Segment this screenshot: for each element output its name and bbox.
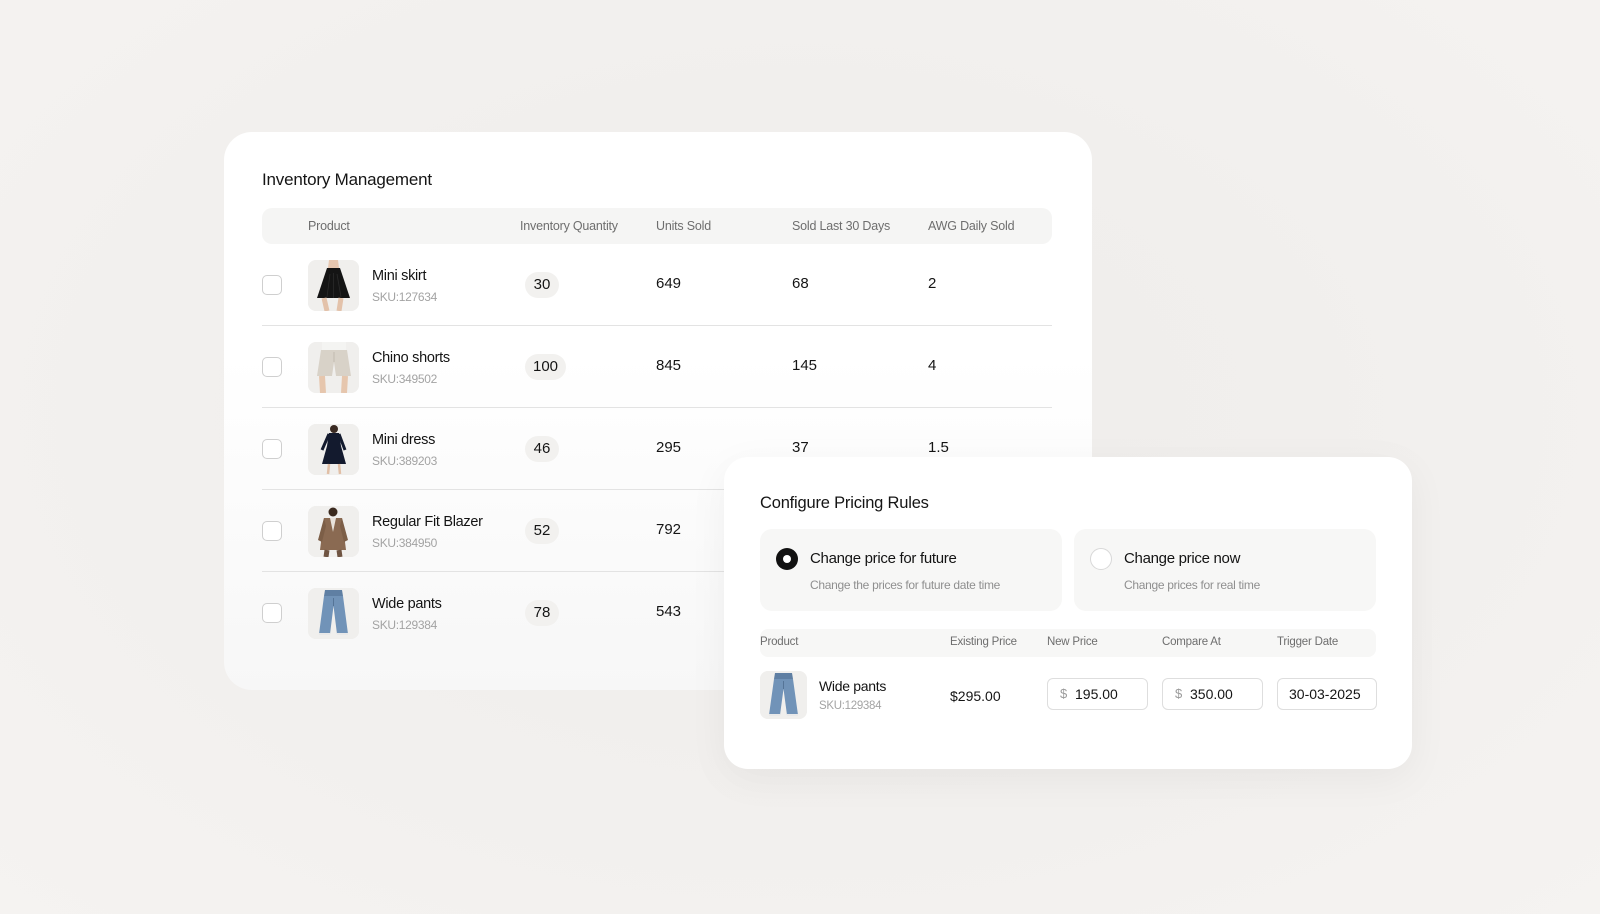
- compare-at-input[interactable]: $ 350.00: [1162, 678, 1263, 710]
- column-header-avg-daily-sold[interactable]: AWG Daily Sold: [928, 219, 1015, 233]
- dress-image: [308, 424, 359, 475]
- column-header-inventory-quantity[interactable]: Inventory Quantity: [520, 219, 618, 233]
- inventory-quantity-badge: 30: [525, 272, 559, 298]
- units-sold: 543: [656, 603, 682, 620]
- radio-unselected[interactable]: [1090, 548, 1112, 570]
- existing-price: $295.00: [950, 688, 1001, 704]
- sold-last-30-days: 68: [792, 275, 809, 292]
- units-sold: 845: [656, 357, 682, 374]
- column-header-trigger-date: Trigger Date: [1277, 636, 1339, 648]
- product-name: Regular Fit Blazer: [372, 514, 483, 530]
- pants-image: [760, 671, 807, 719]
- trigger-date-input[interactable]: 30-03-2025: [1277, 678, 1377, 710]
- product-name: Wide pants: [372, 596, 442, 612]
- blazer-image: [308, 506, 359, 557]
- sold-last-30-days: 145: [792, 357, 818, 374]
- currency-symbol: $: [1175, 686, 1183, 701]
- product-sku: SKU:129384: [372, 618, 438, 632]
- inventory-title: Inventory Management: [262, 170, 432, 189]
- row-checkbox[interactable]: [262, 357, 282, 377]
- product-name: Mini dress: [372, 432, 436, 448]
- pricing-table-header: Product Existing Price New Price Compare…: [760, 629, 1376, 657]
- option-description: Change prices for real time: [1124, 578, 1260, 592]
- avg-daily-sold: 2: [928, 275, 937, 292]
- currency-symbol: $: [1060, 686, 1068, 701]
- pricing-title: Configure Pricing Rules: [760, 494, 929, 512]
- column-header-product[interactable]: Product: [308, 219, 350, 233]
- table-row[interactable]: Mini skirt SKU:127634 30 649 68 2: [262, 244, 1052, 326]
- row-checkbox[interactable]: [262, 603, 282, 623]
- table-row[interactable]: Chino shorts SKU:349502 100 845 145 4: [262, 326, 1052, 408]
- option-description: Change the prices for future date time: [810, 578, 1001, 592]
- product-name: Mini skirt: [372, 268, 427, 284]
- inventory-quantity-badge: 52: [525, 518, 559, 544]
- new-price-value: 195.00: [1075, 686, 1118, 702]
- option-label: Change price for future: [810, 550, 957, 567]
- shorts-image: [308, 342, 359, 393]
- row-checkbox[interactable]: [262, 275, 282, 295]
- inventory-quantity-badge: 78: [525, 600, 559, 626]
- pants-image: [308, 588, 359, 639]
- column-header-sold-last-30-days[interactable]: Sold Last 30 Days: [792, 219, 890, 233]
- option-label: Change price now: [1124, 550, 1241, 567]
- product-name: Chino shorts: [372, 350, 450, 366]
- product-name: Wide pants: [819, 678, 887, 694]
- avg-daily-sold: 1.5: [928, 439, 949, 456]
- product-sku: SKU:349502: [372, 372, 438, 386]
- new-price-input[interactable]: $ 195.00: [1047, 678, 1148, 710]
- skirt-image: [308, 260, 359, 311]
- trigger-date-value: 30-03-2025: [1289, 686, 1361, 702]
- avg-daily-sold: 4: [928, 357, 937, 374]
- column-header-existing-price: Existing Price: [950, 636, 1017, 648]
- units-sold: 295: [656, 439, 682, 456]
- option-change-price-future[interactable]: Change price for future Change the price…: [760, 529, 1062, 611]
- column-header-product: Product: [760, 636, 799, 648]
- radio-selected[interactable]: [776, 548, 798, 570]
- pricing-row: Wide pants SKU:129384 $295.00 $ 195.00 $…: [760, 671, 1377, 721]
- option-change-price-now[interactable]: Change price now Change prices for real …: [1074, 529, 1376, 611]
- inventory-table-header: Product Inventory Quantity Units Sold So…: [262, 208, 1052, 244]
- row-checkbox[interactable]: [262, 521, 282, 541]
- product-sku: SKU:389203: [372, 454, 438, 468]
- product-sku: SKU:384950: [372, 536, 438, 550]
- column-header-compare-at: Compare At: [1162, 636, 1221, 648]
- sold-last-30-days: 37: [792, 439, 809, 456]
- product-sku: SKU:127634: [372, 290, 438, 304]
- product-sku: SKU:129384: [819, 700, 882, 712]
- units-sold: 649: [656, 275, 682, 292]
- column-header-new-price: New Price: [1047, 636, 1098, 648]
- units-sold: 792: [656, 521, 682, 538]
- inventory-quantity-badge: 46: [525, 436, 559, 462]
- column-header-units-sold[interactable]: Units Sold: [656, 219, 711, 233]
- row-checkbox[interactable]: [262, 439, 282, 459]
- pricing-rules-card: Configure Pricing Rules Change price for…: [724, 457, 1412, 769]
- compare-at-value: 350.00: [1190, 686, 1233, 702]
- inventory-quantity-badge: 100: [525, 354, 567, 380]
